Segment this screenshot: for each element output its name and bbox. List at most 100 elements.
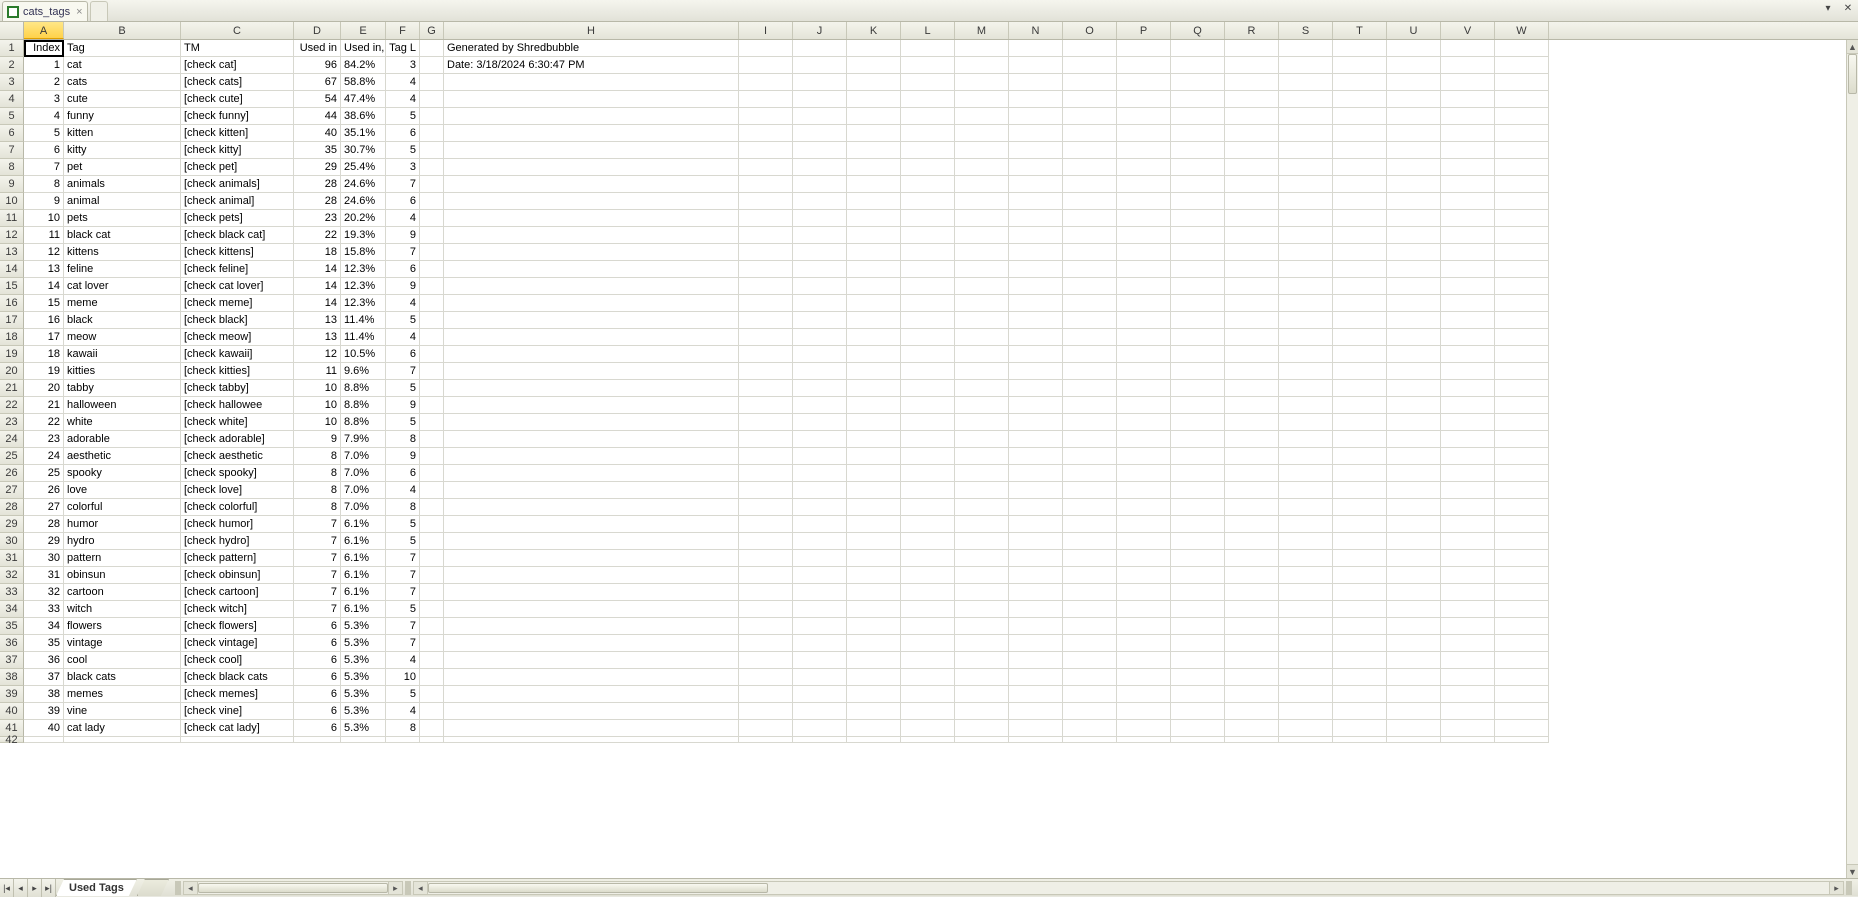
column-header-v[interactable]: V xyxy=(1441,22,1495,39)
cell[interactable] xyxy=(901,91,955,108)
cell[interactable] xyxy=(1009,533,1063,550)
vertical-scroll-thumb[interactable] xyxy=(1848,54,1857,94)
cell[interactable] xyxy=(1225,380,1279,397)
cell[interactable] xyxy=(420,669,444,686)
cell[interactable] xyxy=(420,720,444,737)
cell[interactable] xyxy=(901,312,955,329)
row-header[interactable]: 24 xyxy=(0,431,24,448)
cell[interactable] xyxy=(1279,40,1333,57)
cell[interactable]: 8 xyxy=(386,499,420,516)
cell[interactable] xyxy=(1495,40,1549,57)
cell[interactable] xyxy=(1171,465,1225,482)
cell[interactable] xyxy=(793,720,847,737)
cell[interactable]: [check pets] xyxy=(181,210,294,227)
cell[interactable] xyxy=(1009,227,1063,244)
cell[interactable] xyxy=(1009,244,1063,261)
cell[interactable]: 36 xyxy=(24,652,64,669)
cell[interactable] xyxy=(1387,737,1441,743)
cell[interactable] xyxy=(739,516,793,533)
cell[interactable] xyxy=(1279,193,1333,210)
cell[interactable] xyxy=(1333,108,1387,125)
cell[interactable]: Used in, xyxy=(341,40,386,57)
cell[interactable]: Tag xyxy=(64,40,181,57)
cell[interactable]: cat lady xyxy=(64,720,181,737)
cell[interactable] xyxy=(64,737,181,743)
cell[interactable] xyxy=(1225,278,1279,295)
cell[interactable] xyxy=(1333,380,1387,397)
cell[interactable]: [check feline] xyxy=(181,261,294,278)
cell[interactable] xyxy=(1495,703,1549,720)
cell[interactable] xyxy=(420,329,444,346)
cell[interactable]: 24.6% xyxy=(341,193,386,210)
cell[interactable]: 8 xyxy=(386,431,420,448)
cell[interactable]: 6 xyxy=(294,686,341,703)
cell[interactable] xyxy=(739,125,793,142)
cell[interactable] xyxy=(739,295,793,312)
row-header[interactable]: 39 xyxy=(0,686,24,703)
cell[interactable] xyxy=(955,193,1009,210)
cell[interactable] xyxy=(847,57,901,74)
cell[interactable] xyxy=(901,448,955,465)
row-header[interactable]: 40 xyxy=(0,703,24,720)
cell[interactable] xyxy=(847,635,901,652)
cell[interactable] xyxy=(1387,584,1441,601)
cell[interactable] xyxy=(739,40,793,57)
cell[interactable] xyxy=(847,431,901,448)
cell[interactable] xyxy=(793,465,847,482)
cell[interactable] xyxy=(1387,261,1441,278)
column-header-q[interactable]: Q xyxy=(1171,22,1225,39)
cell[interactable] xyxy=(1495,57,1549,74)
cell[interactable] xyxy=(1441,91,1495,108)
cell[interactable] xyxy=(847,244,901,261)
cell[interactable] xyxy=(955,244,1009,261)
cell[interactable] xyxy=(1225,431,1279,448)
cell[interactable]: 7 xyxy=(386,635,420,652)
cell[interactable]: 8 xyxy=(24,176,64,193)
cell[interactable] xyxy=(955,57,1009,74)
cell[interactable] xyxy=(1441,669,1495,686)
cell[interactable] xyxy=(1009,567,1063,584)
cell[interactable]: 5.3% xyxy=(341,652,386,669)
cell[interactable] xyxy=(420,193,444,210)
prev-sheet-button[interactable]: ◂ xyxy=(14,879,28,897)
cell[interactable] xyxy=(444,567,739,584)
cell[interactable] xyxy=(1279,261,1333,278)
cell[interactable] xyxy=(901,567,955,584)
cell[interactable] xyxy=(793,533,847,550)
cell[interactable] xyxy=(1225,57,1279,74)
cell[interactable] xyxy=(901,618,955,635)
cell[interactable] xyxy=(901,533,955,550)
cell[interactable] xyxy=(1009,686,1063,703)
cell[interactable] xyxy=(1333,312,1387,329)
cell[interactable] xyxy=(739,669,793,686)
cell[interactable]: love xyxy=(64,482,181,499)
cell[interactable] xyxy=(444,414,739,431)
cell[interactable] xyxy=(1009,159,1063,176)
cell[interactable] xyxy=(1171,669,1225,686)
cell[interactable] xyxy=(1495,584,1549,601)
cell[interactable] xyxy=(444,380,739,397)
cell[interactable] xyxy=(1495,550,1549,567)
cell[interactable]: 2 xyxy=(24,74,64,91)
cell[interactable] xyxy=(901,635,955,652)
cell[interactable] xyxy=(955,40,1009,57)
cell[interactable] xyxy=(1441,465,1495,482)
cell[interactable]: 38.6% xyxy=(341,108,386,125)
cell[interactable]: [check flowers] xyxy=(181,618,294,635)
cell[interactable]: 1 xyxy=(24,57,64,74)
cell[interactable] xyxy=(955,431,1009,448)
first-sheet-button[interactable]: |◂ xyxy=(0,879,14,897)
cell[interactable] xyxy=(901,142,955,159)
cell[interactable]: [check hallowee xyxy=(181,397,294,414)
cell[interactable] xyxy=(420,737,444,743)
cell[interactable] xyxy=(1279,91,1333,108)
cell[interactable] xyxy=(1063,669,1117,686)
cell[interactable] xyxy=(793,193,847,210)
cell[interactable]: 12.3% xyxy=(341,261,386,278)
cell[interactable] xyxy=(1009,584,1063,601)
cell[interactable] xyxy=(739,618,793,635)
cell[interactable] xyxy=(1279,465,1333,482)
cell[interactable] xyxy=(901,380,955,397)
cell[interactable] xyxy=(1225,635,1279,652)
cell[interactable] xyxy=(847,533,901,550)
